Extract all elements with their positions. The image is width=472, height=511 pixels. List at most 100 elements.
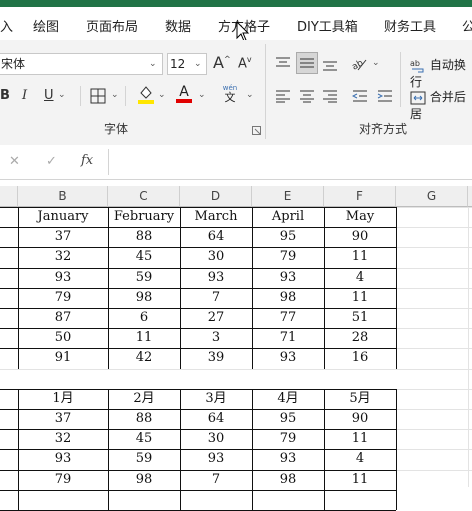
table-cell[interactable]: 30: [180, 429, 252, 449]
table-cell[interactable]: 59: [108, 449, 180, 469]
table-cell[interactable]: 32: [18, 247, 108, 267]
table-cell[interactable]: 6: [108, 308, 180, 328]
column-header-g[interactable]: G: [396, 186, 468, 207]
table-cell[interactable]: 3: [180, 328, 252, 348]
table-cell[interactable]: 11: [324, 429, 396, 449]
tab-insert[interactable]: 入: [0, 16, 13, 35]
table-cell[interactable]: 7: [180, 288, 252, 308]
font-color-button[interactable]: A: [176, 84, 192, 103]
table-cell[interactable]: 59: [108, 268, 180, 288]
table-cell[interactable]: 64: [180, 227, 252, 247]
tab-draw[interactable]: 绘图: [33, 16, 59, 35]
column-header-e[interactable]: E: [252, 186, 324, 207]
table-cell[interactable]: 93: [180, 268, 252, 288]
table-cell[interactable]: 28: [324, 328, 396, 348]
table-cell[interactable]: 93: [18, 268, 108, 288]
table-cell[interactable]: 4: [324, 268, 396, 288]
grow-font-button[interactable]: A^: [213, 53, 231, 72]
table-cell[interactable]: 98: [252, 288, 324, 308]
tab-finance-tools[interactable]: 财务工具: [384, 16, 436, 35]
table-header-cell[interactable]: 3月: [180, 389, 252, 409]
table-cell[interactable]: 90: [324, 227, 396, 247]
table-cell[interactable]: 37: [18, 409, 108, 429]
table-cell[interactable]: 32: [18, 429, 108, 449]
phonetic-guide-button[interactable]: wén 文: [220, 83, 240, 103]
shrink-font-button[interactable]: Av: [238, 55, 252, 71]
table-cell[interactable]: 91: [18, 348, 108, 368]
column-header-c[interactable]: C: [108, 186, 180, 207]
tab-data[interactable]: 数据: [165, 16, 191, 35]
decrease-indent-icon[interactable]: [352, 89, 368, 103]
orientation-icon[interactable]: ab: [350, 54, 368, 72]
merge-center-button[interactable]: 合并后居: [410, 88, 472, 122]
table-header-cell[interactable]: 5月: [324, 389, 396, 409]
table-cell[interactable]: 51: [324, 308, 396, 328]
table-header-cell[interactable]: February: [108, 207, 180, 227]
table-cell[interactable]: 45: [108, 247, 180, 267]
italic-button[interactable]: I: [22, 88, 27, 103]
table-cell[interactable]: 27: [180, 308, 252, 328]
table-cell[interactable]: 11: [108, 328, 180, 348]
column-header-d[interactable]: D: [180, 186, 252, 207]
table-cell[interactable]: 95: [252, 227, 324, 247]
table-header-cell[interactable]: 4月: [252, 389, 324, 409]
table-cell[interactable]: 93: [180, 449, 252, 469]
table-cell[interactable]: 93: [252, 449, 324, 469]
table-cell[interactable]: 90: [324, 409, 396, 429]
increase-indent-icon[interactable]: [377, 89, 393, 103]
table-cell[interactable]: 30: [180, 247, 252, 267]
table-header-cell[interactable]: 2月: [108, 389, 180, 409]
table-cell[interactable]: 88: [108, 409, 180, 429]
table-cell[interactable]: 16: [324, 348, 396, 368]
tab-formulas[interactable]: 公: [462, 16, 472, 35]
align-left-icon[interactable]: [275, 89, 291, 103]
align-right-icon[interactable]: [322, 89, 338, 103]
worksheet-grid[interactable]: B C D E F G January February March April May…: [0, 186, 472, 511]
font-name-box[interactable]: 宋体 ⌄: [0, 53, 163, 75]
wrap-text-button[interactable]: ab 自动换行: [410, 56, 472, 90]
table-cell[interactable]: 4: [324, 449, 396, 469]
table-header-cell[interactable]: January: [18, 207, 108, 227]
table-header-cell[interactable]: 1月: [18, 389, 108, 409]
table-cell[interactable]: 50: [18, 328, 108, 348]
table-cell[interactable]: 39: [180, 348, 252, 368]
align-middle-button[interactable]: [296, 52, 318, 74]
cancel-icon[interactable]: ✕: [9, 154, 20, 169]
dialog-launcher-icon[interactable]: [252, 126, 261, 135]
align-center-icon[interactable]: [299, 89, 315, 103]
insert-function-icon[interactable]: fx: [81, 153, 93, 168]
underline-button[interactable]: U: [44, 88, 54, 103]
table-cell[interactable]: 93: [252, 268, 324, 288]
confirm-icon[interactable]: ✓: [46, 154, 57, 169]
align-top-icon[interactable]: [275, 56, 291, 70]
column-header-b[interactable]: B: [18, 186, 108, 207]
table-cell[interactable]: 79: [252, 429, 324, 449]
table-cell[interactable]: 79: [252, 247, 324, 267]
table-cell[interactable]: 95: [252, 409, 324, 429]
table-cell[interactable]: 42: [108, 348, 180, 368]
font-size-box[interactable]: 12 ⌄: [167, 53, 207, 75]
tab-page-layout[interactable]: 页面布局: [86, 16, 138, 35]
table-cell[interactable]: 93: [252, 348, 324, 368]
table-header-cell[interactable]: March: [180, 207, 252, 227]
align-bottom-icon[interactable]: [322, 58, 338, 72]
column-header-f[interactable]: F: [324, 186, 396, 207]
border-icon[interactable]: [90, 88, 106, 104]
table-cell[interactable]: 45: [108, 429, 180, 449]
table-cell[interactable]: 87: [18, 308, 108, 328]
table-cell[interactable]: 93: [18, 449, 108, 469]
table-header-cell[interactable]: May: [324, 207, 396, 227]
table-cell[interactable]: 77: [252, 308, 324, 328]
table-cell[interactable]: 37: [18, 227, 108, 247]
table-cell[interactable]: 11: [324, 247, 396, 267]
column-header-a-partial[interactable]: [0, 186, 18, 207]
table-cell[interactable]: 98: [108, 288, 180, 308]
fill-color-icon[interactable]: [137, 84, 155, 104]
table-cell[interactable]: 11: [324, 288, 396, 308]
table-header-cell[interactable]: April: [252, 207, 324, 227]
table-cell[interactable]: 64: [180, 409, 252, 429]
bold-button[interactable]: B: [0, 88, 10, 103]
table-cell[interactable]: 88: [108, 227, 180, 247]
table-cell[interactable]: 71: [252, 328, 324, 348]
tab-diy-toolbox[interactable]: DIY工具箱: [297, 16, 358, 35]
